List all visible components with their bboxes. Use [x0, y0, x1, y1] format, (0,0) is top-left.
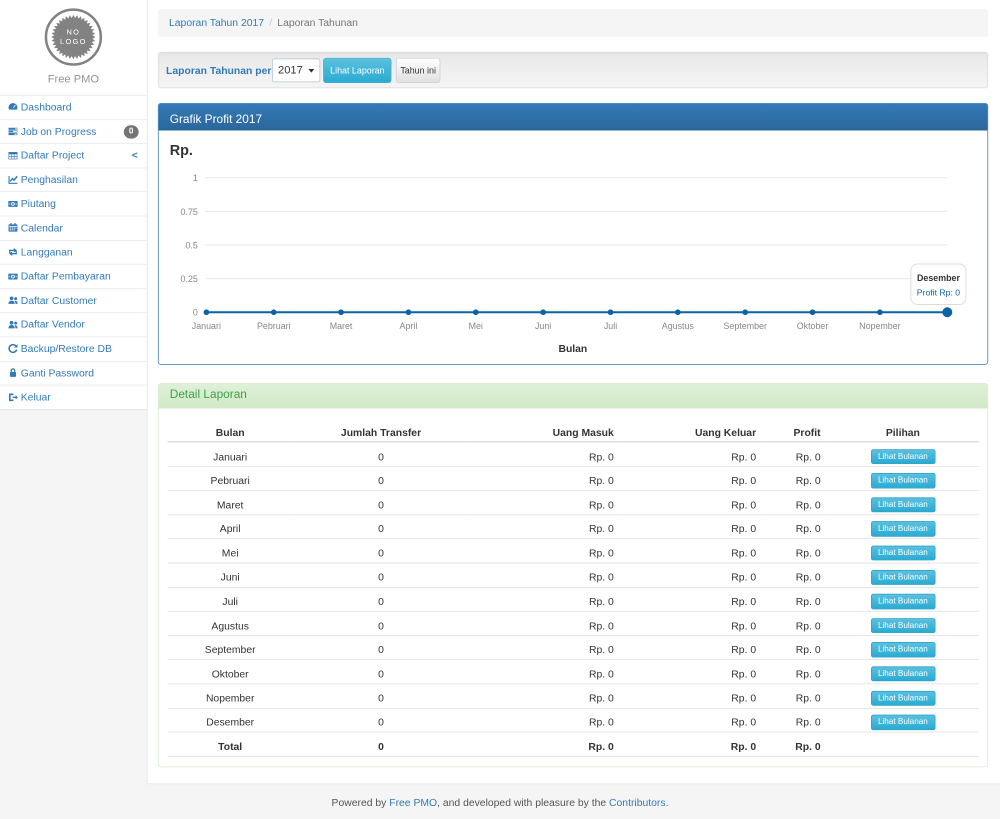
- svg-text:Juni: Juni: [535, 321, 551, 331]
- svg-text:Agustus: Agustus: [662, 321, 695, 331]
- svg-text:0: 0: [193, 308, 198, 318]
- svg-text:Januari: Januari: [192, 321, 221, 331]
- svg-text:April: April: [400, 321, 418, 331]
- svg-text:Desember: Desember: [917, 273, 960, 283]
- svg-text:0.75: 0.75: [181, 207, 198, 217]
- svg-text:Mei: Mei: [469, 321, 483, 331]
- svg-text:Rp.: Rp.: [170, 143, 193, 159]
- svg-text:Oktober: Oktober: [797, 321, 829, 331]
- svg-text:Juli: Juli: [604, 321, 617, 331]
- svg-text:NO: NO: [66, 27, 80, 36]
- svg-text:1: 1: [193, 173, 198, 183]
- svg-text:LOGO: LOGO: [60, 37, 87, 46]
- svg-text:0.25: 0.25: [181, 274, 198, 284]
- svg-text:Maret: Maret: [330, 321, 353, 331]
- svg-text:Profit Rp: 0: Profit Rp: 0: [917, 287, 960, 297]
- svg-text:September: September: [724, 321, 767, 331]
- svg-text:Bulan: Bulan: [558, 344, 587, 355]
- svg-text:Nopember: Nopember: [859, 321, 900, 331]
- svg-text:Pebruari: Pebruari: [257, 321, 291, 331]
- svg-text:0.5: 0.5: [186, 240, 198, 250]
